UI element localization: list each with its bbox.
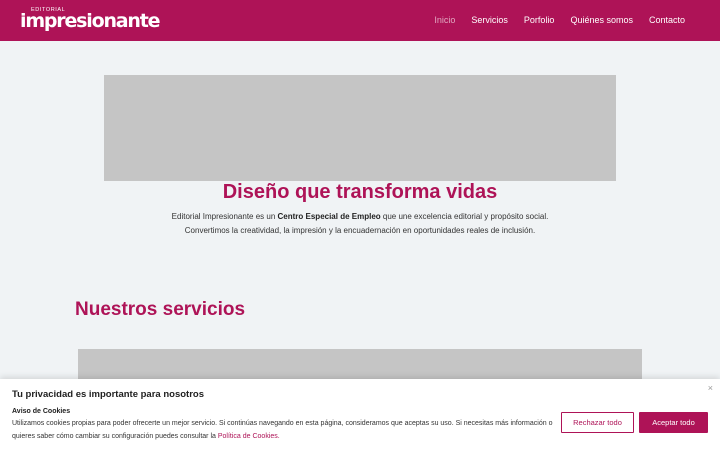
nav-servicios[interactable]: Servicios xyxy=(471,14,508,26)
hero-text: Editorial Impresionante es un Centro Esp… xyxy=(0,210,720,237)
cookie-body: Utilizamos cookies propias para poder of… xyxy=(12,418,557,443)
hero-text-intro: Editorial Impresionante es un xyxy=(171,212,278,221)
close-icon[interactable]: × xyxy=(708,383,713,393)
cookie-subtitle: Aviso de Cookies xyxy=(12,408,71,415)
cookie-body-text: Utilizamos cookies propias para poder of… xyxy=(12,420,553,440)
cookie-banner: Tu privacidad es importante para nosotro… xyxy=(0,379,720,450)
cookie-title: Tu privacidad es importante para nosotro… xyxy=(12,389,204,400)
reject-all-button[interactable]: Rechazar todo xyxy=(561,412,634,433)
nav-inicio[interactable]: Inicio xyxy=(434,14,455,26)
nav-porfolio[interactable]: Porfolio xyxy=(524,14,555,26)
hero-text-line2: Convertimos la creatividad, la impresión… xyxy=(184,225,536,235)
cookie-policy-link[interactable]: Política de Cookies. xyxy=(218,433,280,440)
hero-image-placeholder xyxy=(104,75,616,181)
accept-all-button[interactable]: Aceptar todo xyxy=(639,412,708,433)
site-header: EDITORIAL impresionante Inicio Servicios… xyxy=(0,0,720,41)
main-nav: Inicio Servicios Porfolio Quiénes somos … xyxy=(418,14,685,26)
hero-text-highlight: Centro Especial de Empleo xyxy=(277,212,381,221)
nav-quienes-somos[interactable]: Quiénes somos xyxy=(570,14,633,26)
logo-text: impresionante xyxy=(20,10,160,32)
services-title: Nuestros servicios xyxy=(75,299,246,320)
nav-contacto[interactable]: Contacto xyxy=(649,14,685,26)
hero-text-rest: que une excelencia editorial y propósito… xyxy=(380,212,549,221)
hero-title: Diseño que transforma vidas xyxy=(222,181,498,203)
